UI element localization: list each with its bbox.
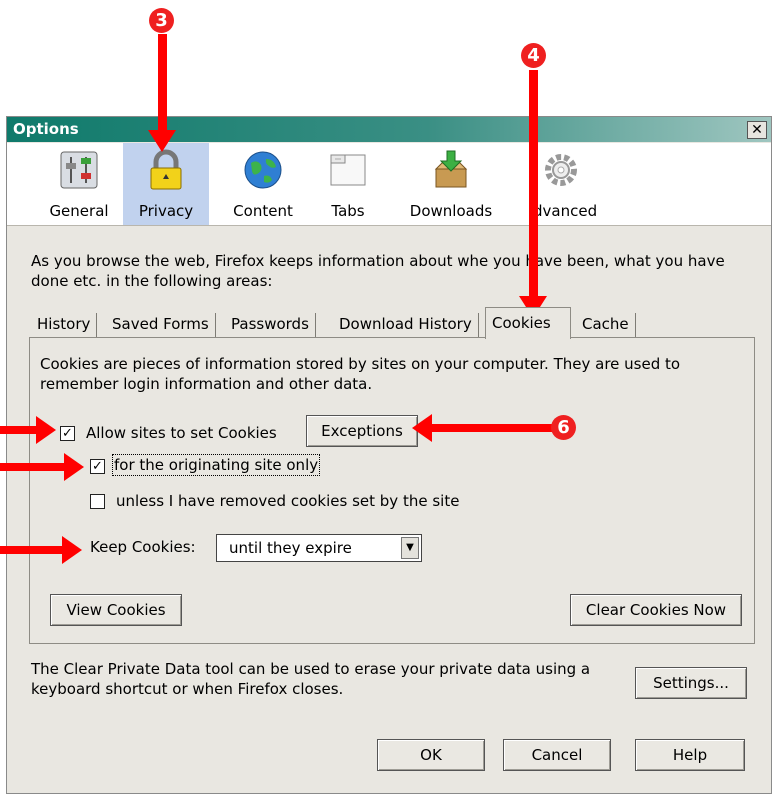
- dialog-title: Options: [13, 120, 79, 138]
- tab-cookies[interactable]: Cookies: [485, 307, 571, 339]
- toolbar-tabs[interactable]: Tabs: [313, 143, 383, 225]
- clear-cookies-now-button[interactable]: Clear Cookies Now: [570, 594, 742, 626]
- privacy-lock-icon: [150, 149, 182, 190]
- private-data-text: The Clear Private Data tool can be used …: [31, 660, 591, 698]
- toolbar-tabs-label: Tabs: [331, 202, 365, 220]
- tabs-icon: [330, 154, 366, 186]
- privacy-description: As you browse the web, Firefox keeps inf…: [31, 252, 725, 290]
- globe-icon: [244, 151, 282, 189]
- chevron-down-icon[interactable]: ▼: [401, 537, 419, 559]
- tab-cache[interactable]: Cache: [576, 313, 636, 337]
- tab-history[interactable]: History: [31, 313, 98, 337]
- general-icon: [60, 151, 98, 189]
- help-button[interactable]: Help: [635, 739, 745, 771]
- annotation-badge-4: 4: [521, 43, 546, 68]
- close-button[interactable]: ✕: [747, 121, 767, 139]
- toolbar-content[interactable]: Content: [217, 143, 309, 225]
- toolbar-privacy-label: Privacy: [138, 202, 194, 220]
- settings-button[interactable]: Settings...: [635, 667, 747, 699]
- originating-site-label: for the originating site only: [111, 454, 321, 476]
- title-bar[interactable]: Options ✕: [7, 117, 771, 142]
- cancel-button[interactable]: Cancel: [503, 739, 611, 771]
- downloads-box-icon: [434, 150, 468, 188]
- toolbar-advanced-label: dvanced: [533, 202, 598, 220]
- keep-cookies-value: until they expire: [229, 539, 352, 557]
- originating-site-checkbox[interactable]: ✓: [90, 459, 105, 474]
- gear-icon: [545, 154, 577, 186]
- toolbar-privacy[interactable]: Privacy: [123, 143, 209, 225]
- unless-removed-label: unless I have removed cookies set by the…: [116, 492, 460, 510]
- annotation-badge-6: 6: [551, 415, 576, 440]
- options-dialog: Options ✕ General Privacy Content Tabs D…: [6, 116, 772, 794]
- cookies-description: Cookies are pieces of information stored…: [40, 355, 681, 393]
- tab-passwords[interactable]: Passwords: [225, 313, 316, 337]
- toolbar-content-label: Content: [233, 202, 293, 220]
- toolbar-advanced[interactable]: dvanced: [515, 143, 607, 225]
- toolbar-general-label: General: [49, 202, 109, 220]
- keep-cookies-label: Keep Cookies:: [90, 538, 196, 556]
- unless-removed-checkbox[interactable]: [90, 494, 105, 509]
- keep-cookies-select[interactable]: until they expire ▼: [216, 534, 422, 562]
- allow-cookies-label: Allow sites to set Cookies: [86, 424, 277, 442]
- toolbar-general[interactable]: General: [35, 143, 123, 225]
- view-cookies-button[interactable]: View Cookies: [50, 594, 182, 626]
- toolbar-downloads-label: Downloads: [409, 202, 493, 220]
- exceptions-button[interactable]: Exceptions: [306, 415, 418, 447]
- ok-button[interactable]: OK: [377, 739, 485, 771]
- allow-cookies-checkbox[interactable]: ✓: [60, 426, 75, 441]
- toolbar-downloads[interactable]: Downloads: [397, 143, 505, 225]
- annotation-badge-3: 3: [149, 8, 174, 33]
- tab-saved-forms[interactable]: Saved Forms: [106, 313, 216, 337]
- cookies-panel: Cookies are pieces of information stored…: [29, 337, 755, 644]
- tab-download-history[interactable]: Download History: [333, 313, 479, 337]
- options-toolbar: General Privacy Content Tabs Downloads d…: [7, 143, 771, 226]
